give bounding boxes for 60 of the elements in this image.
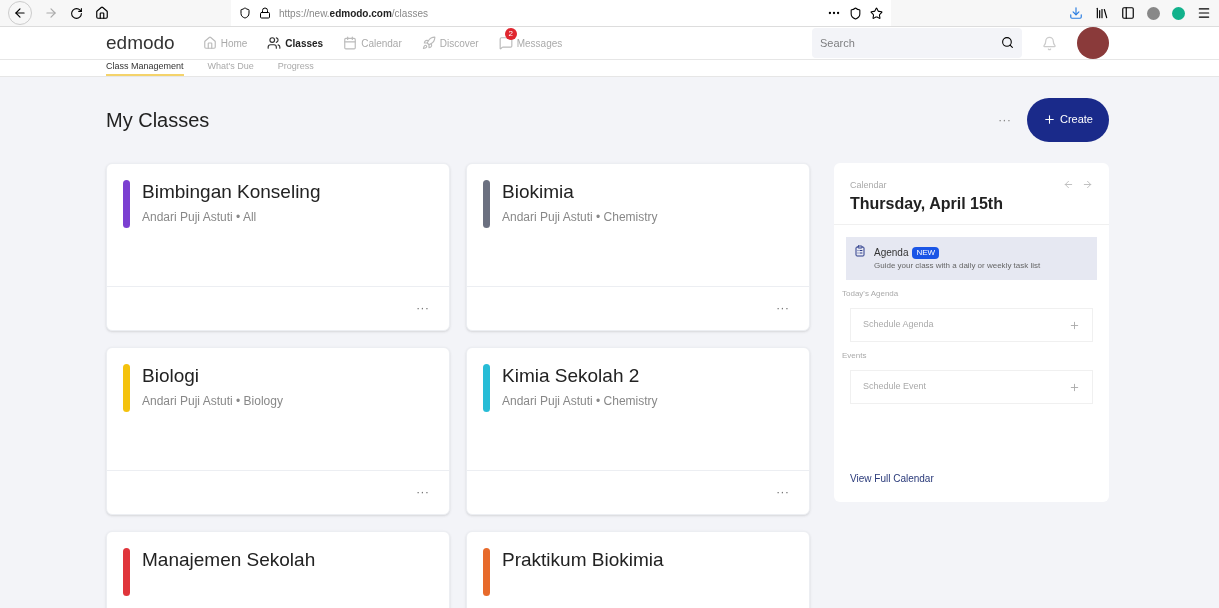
class-card[interactable]: Biologi Andari Puji Astuti • Biology ···	[106, 346, 450, 515]
search-field[interactable]: Search	[812, 28, 1022, 58]
clipboard-icon	[854, 245, 866, 257]
star-icon[interactable]	[870, 6, 883, 20]
plus-icon	[1069, 319, 1080, 331]
shield-icon	[239, 7, 251, 19]
lock-icon	[259, 7, 271, 19]
back-icon	[13, 6, 27, 20]
download-icon[interactable]	[1069, 6, 1083, 20]
nav-item[interactable]: Classes	[267, 35, 324, 51]
agenda-title: Agenda	[874, 246, 909, 260]
plus-icon	[1042, 113, 1056, 126]
avatar[interactable]	[1077, 27, 1109, 59]
class-card[interactable]: Praktikum Biokimia	[466, 530, 810, 608]
people-icon	[267, 36, 282, 50]
home-icon	[202, 36, 217, 50]
agenda-description: Guide your class with a daily or weekly task list	[874, 260, 1041, 272]
logo[interactable]: edmodo	[106, 28, 175, 58]
calendar-label: Calendar	[850, 178, 888, 192]
library-icon[interactable]	[1095, 6, 1109, 20]
class-name[interactable]: Praktikum Biokimia	[502, 547, 664, 572]
new-badge: NEW	[912, 246, 940, 259]
sub-tab[interactable]: Class Management	[106, 60, 184, 76]
section-heading: Events	[841, 350, 868, 362]
class-name[interactable]: Kimia Sekolah 2	[502, 363, 658, 388]
create-button[interactable]: Create	[1026, 97, 1109, 142]
url-text: https://new.edmodo.com/classes	[279, 6, 428, 21]
class-name[interactable]: Manajemen Sekolah	[142, 547, 316, 572]
reload-icon[interactable]	[70, 6, 83, 20]
more-button[interactable]: ···	[416, 482, 429, 502]
class-subtitle: Andari Puji Astuti • All	[142, 208, 258, 226]
class-name[interactable]: Biologi	[142, 363, 283, 388]
rocket-icon	[421, 36, 436, 50]
class-card[interactable]: Bimbingan Konseling Andari Puji Astuti • All ···	[106, 162, 450, 331]
class-name[interactable]: Biokimia	[502, 179, 658, 204]
notification-badge: 2	[504, 27, 517, 40]
section-heading: Today's Agenda	[841, 288, 900, 300]
sidebar-icon[interactable]	[1121, 6, 1135, 20]
class-card[interactable]: Biokimia Andari Puji Astuti • Chemistry ···	[466, 162, 810, 331]
class-card[interactable]: Manajemen Sekolah	[106, 530, 450, 608]
class-subtitle: Andari Puji Astuti • Chemistry	[502, 208, 658, 226]
menu-icon[interactable]	[1197, 6, 1211, 20]
more-button[interactable]: ···	[776, 298, 789, 318]
search-icon[interactable]	[1001, 36, 1014, 49]
agenda-promo[interactable]: Agenda NEW Guide your class with a daily or weekly task list	[846, 237, 1097, 280]
calendar-icon	[343, 36, 358, 50]
class-subtitle: Andari Puji Astuti • Chemistry	[502, 392, 658, 410]
class-card[interactable]: Kimia Sekolah 2 Andari Puji Astuti • Chemistry ···	[466, 346, 810, 515]
extension-icon[interactable]	[1147, 6, 1160, 20]
home-icon[interactable]	[95, 6, 109, 20]
page-title: My Classes	[106, 107, 210, 133]
class-subtitle: Andari Puji Astuti • Biology	[142, 392, 283, 410]
plus-icon	[1069, 381, 1080, 393]
view-calendar-link[interactable]: View Full Calendar	[834, 470, 1109, 486]
address-bar[interactable]: https://new.edmodo.com/classes	[231, 0, 891, 26]
chat-bubble-icon	[498, 36, 513, 50]
class-name[interactable]: Bimbingan Konseling	[142, 179, 321, 204]
calendar-date: Thursday, April 15th	[850, 194, 1003, 214]
more-button[interactable]: ···	[416, 298, 429, 318]
more-button[interactable]: ···	[776, 482, 789, 502]
